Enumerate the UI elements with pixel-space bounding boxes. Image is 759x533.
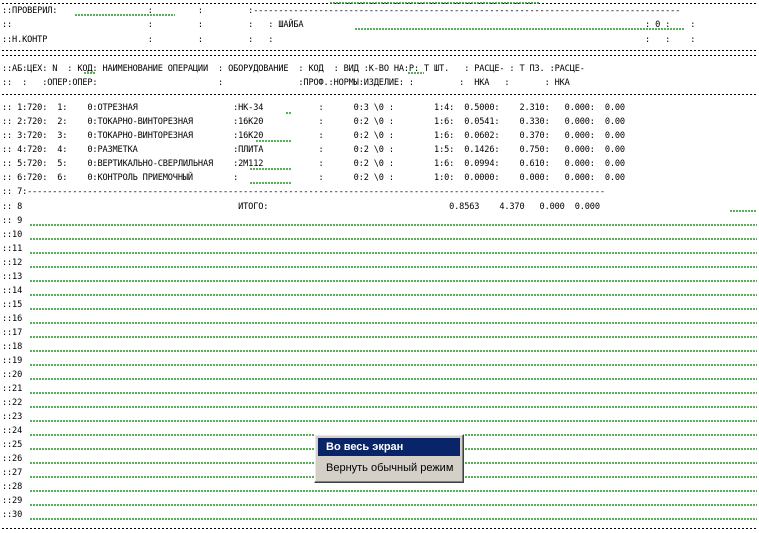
empty-line: ::21: [2, 384, 23, 394]
spellcheck-underline: [355, 27, 685, 31]
table-row: :: 4:720: 4: 0:РАЗМЕТКА :ПЛИТА : 0:2 \0 …: [2, 145, 625, 155]
spellcheck-underline: [250, 181, 292, 185]
empty-line: ::23: [2, 412, 23, 422]
empty-line: ::13: [2, 272, 23, 282]
context-menu: Во весь экран Вернуть обычный режим: [314, 434, 464, 483]
spellcheck-underline: [30, 489, 757, 493]
spellcheck-underline: [30, 503, 757, 507]
empty-line: ::15: [2, 300, 23, 310]
rule-1: [2, 50, 757, 51]
spellcheck-underline: [30, 377, 757, 381]
empty-line: ::25: [2, 440, 23, 450]
menu-item-restore-normal-mode[interactable]: Вернуть обычный режим: [318, 459, 460, 477]
spellcheck-underline: [30, 237, 757, 241]
empty-line: ::10: [2, 230, 23, 240]
table-row: :: 2:720: 2: 0:ТОКАРНО-ВИНТОРЕЗНАЯ :16К2…: [2, 117, 625, 127]
table-row: :: 1:720: 1: 0:ОТРЕЗНАЯ :НК-34 : 0:3 \0 …: [2, 103, 625, 113]
spellcheck-underline: [256, 139, 292, 143]
spellcheck-underline: [75, 13, 175, 17]
spellcheck-underline: [30, 405, 757, 409]
spellcheck-underline: [30, 349, 757, 353]
spellcheck-underline: [330, 1, 540, 5]
empty-line: ::11: [2, 244, 23, 254]
empty-line: ::30: [2, 510, 23, 520]
spellcheck-underline: [30, 265, 757, 269]
empty-line: ::17: [2, 328, 23, 338]
spellcheck-underline: [250, 167, 292, 171]
empty-line: ::29: [2, 496, 23, 506]
spellcheck-underline: [408, 71, 424, 75]
spellcheck-underline: [30, 307, 757, 311]
empty-line: ::24: [2, 426, 23, 436]
empty-line: ::14: [2, 286, 23, 296]
empty-line: ::20: [2, 370, 23, 380]
rule-2: [2, 55, 757, 56]
empty-line: :: 9: [2, 216, 23, 226]
empty-line: ::22: [2, 398, 23, 408]
spellcheck-underline: [30, 223, 757, 227]
empty-line: ::26: [2, 454, 23, 464]
spellcheck-underline: [30, 293, 757, 297]
table-row-separator: :: 7:-----------------------------------…: [2, 187, 605, 197]
empty-line: ::12: [2, 258, 23, 268]
spellcheck-underline: [30, 279, 757, 283]
spellcheck-underline: [30, 321, 757, 325]
table-row: :: 5:720: 5: 0:ВЕРТИКАЛЬНО-СВЕРЛИЛЬНАЯ :…: [2, 159, 625, 169]
total-line: :: 8 ИТОГО: 0.8563 4.370 0.000 0.000: [2, 202, 600, 212]
empty-line: ::28: [2, 482, 23, 492]
empty-line: ::18: [2, 342, 23, 352]
header-line-norm-control: ::Н.КОНТР : : : : : : :: [2, 35, 696, 45]
spellcheck-underline: [730, 209, 757, 213]
empty-line: ::16: [2, 314, 23, 324]
spellcheck-underline: [84, 71, 96, 75]
spellcheck-underline: [30, 335, 757, 339]
table-row: :: 6:720: 6: 0:КОНТРОЛЬ ПРИЕМОЧНЫЙ : : 0…: [2, 173, 625, 183]
column-header-line-2: :: : :ОПЕР:ОПЕР: : :ПРОФ.:НОРМЫ:ИЗДЕЛИЕ:…: [2, 78, 570, 88]
spellcheck-underline: [30, 363, 757, 367]
spellcheck-underline: [30, 391, 757, 395]
table-row: :: 3:720: 3: 0:ТОКАРНО-ВИНТОРЕЗНАЯ :16К2…: [2, 131, 625, 141]
rule-3: [2, 94, 757, 95]
bottom-rule: [2, 528, 757, 529]
spellcheck-underline: [30, 251, 757, 255]
spellcheck-underline: [30, 517, 757, 521]
empty-line: ::27: [2, 468, 23, 478]
empty-line: ::19: [2, 356, 23, 366]
spellcheck-underline: [286, 111, 292, 115]
spellcheck-underline: [30, 419, 757, 423]
menu-item-full-screen[interactable]: Во весь экран: [318, 438, 460, 456]
